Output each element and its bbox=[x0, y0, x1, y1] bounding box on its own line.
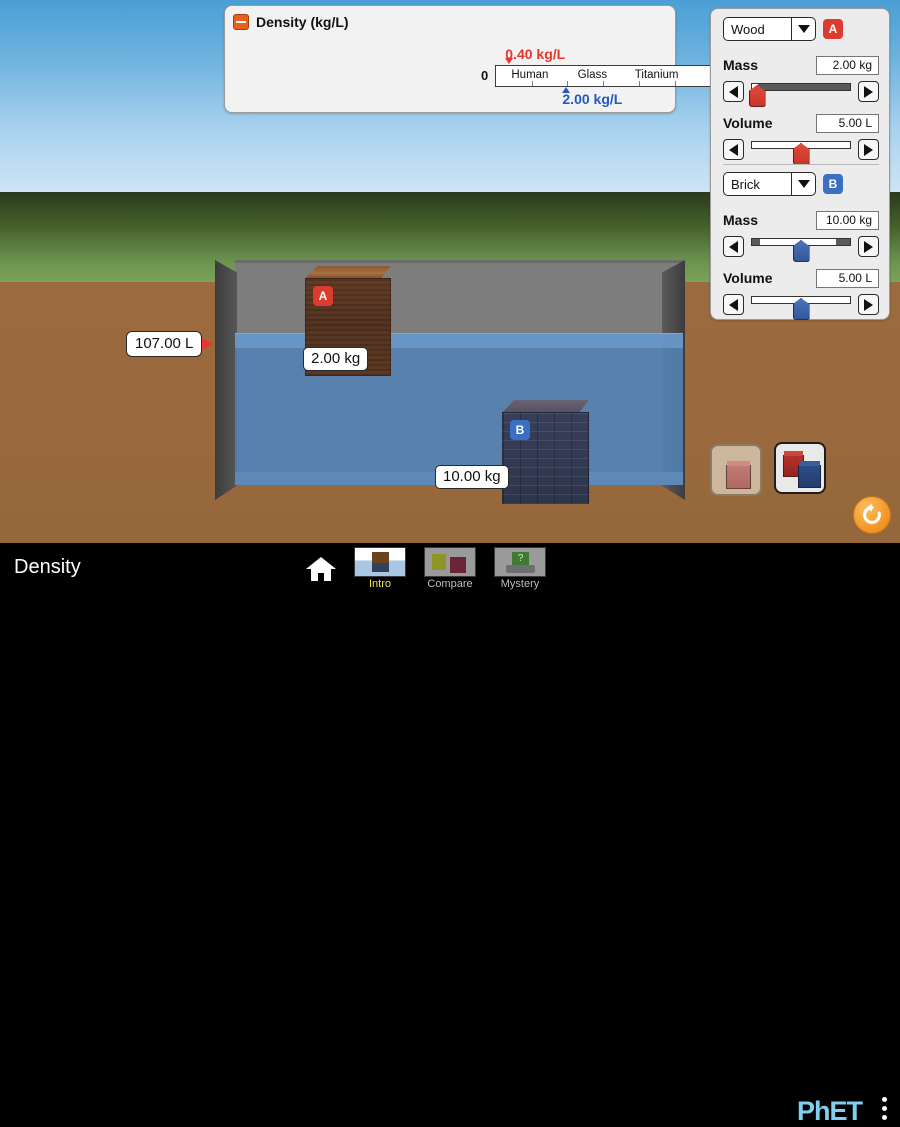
intro-thumbnail-icon bbox=[354, 547, 406, 577]
pool-water-surface bbox=[235, 333, 683, 348]
tab-compare-label: Compare bbox=[422, 578, 478, 590]
block-b-mass-slider-group: Mass 10.00 kg bbox=[723, 210, 879, 264]
block-b-volume-decrement-button[interactable] bbox=[723, 294, 744, 315]
block-b-material-dropdown[interactable]: Brick bbox=[723, 172, 816, 196]
block-b-tag: B bbox=[510, 420, 530, 440]
tab-mystery[interactable]: ? Mystery bbox=[492, 547, 548, 590]
block-b-material-value: Brick bbox=[724, 177, 791, 192]
chevron-down-icon[interactable] bbox=[791, 173, 815, 195]
block-b-badge: B bbox=[823, 174, 843, 194]
block-a-material-dropdown[interactable]: Wood bbox=[723, 17, 816, 41]
block-a-mass-track[interactable] bbox=[751, 83, 851, 91]
density-marker-label-a: 0.40 kg/L bbox=[505, 46, 565, 62]
block-a-volume-increment-button[interactable] bbox=[858, 139, 879, 160]
block-a-material-value: Wood bbox=[724, 22, 791, 37]
phet-logo[interactable]: PhET bbox=[797, 1096, 862, 1127]
block-b-mass-value: 10.00 kg bbox=[816, 211, 879, 230]
block-a-material-row: Wood A bbox=[723, 17, 843, 41]
tab-intro[interactable]: Intro bbox=[352, 547, 408, 590]
reset-circle-arrow-icon[interactable] bbox=[853, 496, 891, 534]
single-block-icon[interactable] bbox=[710, 444, 762, 496]
block-b-material-row: Brick B bbox=[723, 172, 843, 196]
simulation-stage: A B 2.00 kg 10.00 kg 107.00 L Density (k… bbox=[0, 0, 900, 591]
compare-thumbnail-icon bbox=[424, 547, 476, 577]
chevron-down-icon[interactable] bbox=[791, 18, 815, 40]
block-a-mass-decrement-button[interactable] bbox=[723, 81, 744, 102]
block-b-volume-label: Volume bbox=[723, 270, 773, 286]
block-a-mass-slider-group: Mass 2.00 kg bbox=[723, 55, 879, 109]
density-panel-header: Density (kg/L) bbox=[233, 14, 349, 30]
two-blocks-icon[interactable] bbox=[774, 442, 826, 494]
pool: A B 2.00 kg 10.00 kg bbox=[215, 260, 685, 500]
block-b-mass-increment-button[interactable] bbox=[858, 236, 879, 257]
home-icon[interactable] bbox=[305, 555, 337, 583]
density-scale-tick bbox=[675, 81, 676, 86]
block-a-mass-readout: 2.00 kg bbox=[303, 347, 368, 371]
navigation-bar: Density Intro Compare ? bbox=[0, 543, 900, 591]
block-controls-panel: Wood A Mass 2.00 kg bbox=[710, 8, 890, 320]
density-panel: Density (kg/L) 0 10 HumanGlassTitaniumSt… bbox=[224, 5, 676, 113]
minus-icon[interactable] bbox=[233, 14, 249, 30]
density-marker-label-b: 2.00 kg/L bbox=[562, 91, 622, 107]
density-scale-tick bbox=[603, 81, 604, 86]
pool-volume-readout: 107.00 L bbox=[126, 331, 202, 357]
block-a-tag: A bbox=[313, 286, 333, 306]
tab-intro-label: Intro bbox=[352, 578, 408, 590]
density-marker-caret-b bbox=[562, 87, 570, 93]
block-a-volume-value: 5.00 L bbox=[816, 114, 879, 133]
block-a-volume-decrement-button[interactable] bbox=[723, 139, 744, 160]
density-scale-tick bbox=[639, 81, 640, 86]
density-marker-caret-a bbox=[505, 58, 513, 64]
kebab-menu-icon[interactable] bbox=[882, 1097, 887, 1124]
density-panel-title: Density (kg/L) bbox=[256, 14, 349, 30]
tab-compare[interactable]: Compare bbox=[422, 547, 478, 590]
pool-left-wall bbox=[215, 260, 237, 500]
block-b-volume-increment-button[interactable] bbox=[858, 294, 879, 315]
block-a-badge: A bbox=[823, 19, 843, 39]
block-b-mass-decrement-button[interactable] bbox=[723, 236, 744, 257]
block-b-volume-slider-group: Volume 5.00 L bbox=[723, 268, 879, 322]
block-a-volume-label: Volume bbox=[723, 115, 773, 131]
pool-top-edge bbox=[235, 260, 683, 263]
simulation-title: Density bbox=[14, 556, 81, 579]
block-b-mass-readout: 10.00 kg bbox=[435, 465, 509, 489]
density-scale-tick bbox=[532, 81, 533, 86]
density-scale-tick bbox=[567, 81, 568, 86]
tab-mystery-label: Mystery bbox=[492, 578, 548, 590]
block-a-mass-increment-button[interactable] bbox=[858, 81, 879, 102]
density-material-label: Glass bbox=[578, 69, 607, 81]
density-scale-min-label: 0 bbox=[481, 68, 488, 83]
block-b-volume-value: 5.00 L bbox=[816, 269, 879, 288]
block-b[interactable]: B bbox=[502, 400, 589, 504]
mystery-thumbnail-icon: ? bbox=[494, 547, 546, 577]
block-b-mass-label: Mass bbox=[723, 212, 758, 228]
panel-divider bbox=[723, 164, 879, 165]
density-material-label: Titanium bbox=[635, 69, 679, 81]
block-a-volume-slider-group: Volume 5.00 L bbox=[723, 113, 879, 167]
block-a-mass-label: Mass bbox=[723, 57, 758, 73]
density-material-label: Human bbox=[511, 69, 548, 81]
block-a-mass-value: 2.00 kg bbox=[816, 56, 879, 75]
